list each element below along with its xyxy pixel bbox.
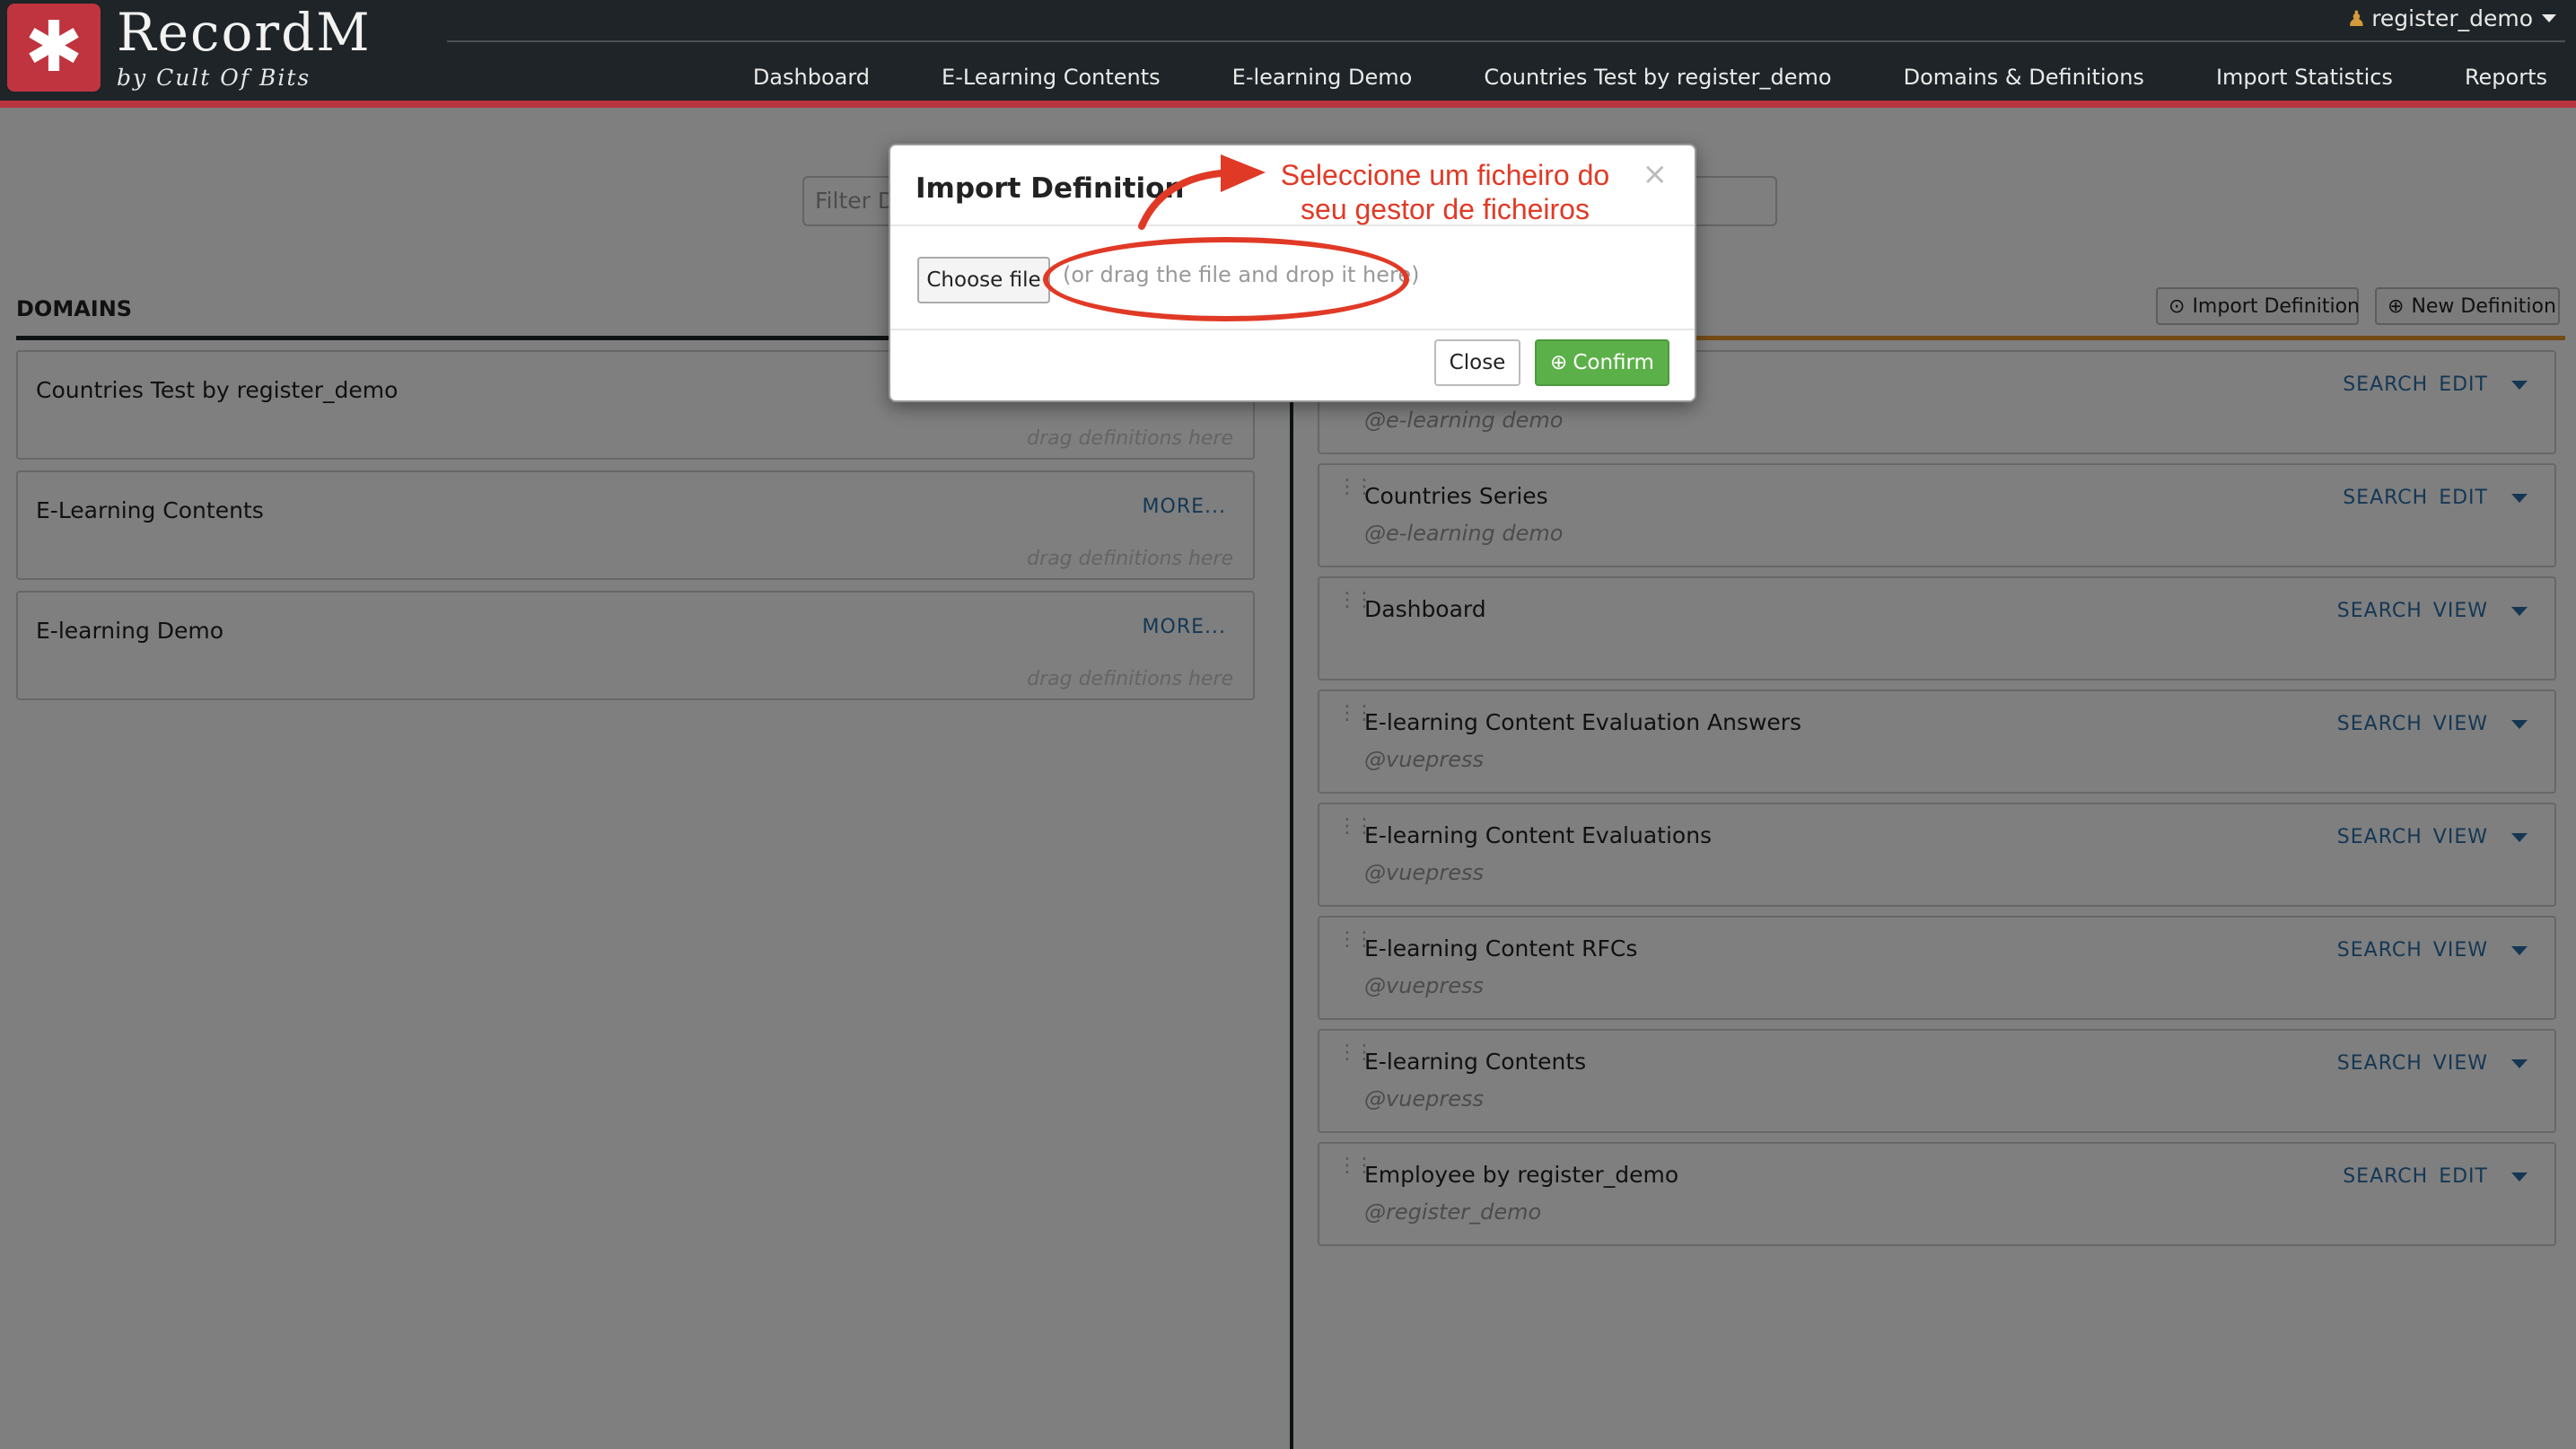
person-icon: ♟	[2346, 5, 2367, 31]
annotation-line-1: Seleccione um ficheiro do	[1280, 159, 1610, 191]
annotation-arrow-icon	[1138, 154, 1266, 230]
nav-item-e-learning-demo[interactable]: E-learning Demo	[1196, 65, 1449, 90]
top-navbar: ✱ RecordM by Cult Of Bits ♟ register_dem…	[0, 0, 2576, 108]
close-icon[interactable]: ×	[1643, 156, 1669, 192]
user-menu[interactable]: ♟ register_demo	[2347, 5, 2556, 31]
user-menu-label: register_demo	[2371, 5, 2533, 31]
brand-subtitle: by Cult Of Bits	[117, 65, 311, 91]
choose-file-button[interactable]: Choose file	[917, 257, 1050, 303]
nav-item-reports[interactable]: Reports	[2429, 65, 2558, 90]
close-button[interactable]: Close	[1434, 339, 1520, 386]
chevron-down-icon	[2542, 14, 2556, 22]
modal-footer-divider	[890, 329, 1695, 330]
nav-item-domains-definitions[interactable]: Domains & Definitions	[1868, 65, 2180, 90]
annotation-ellipse	[1043, 237, 1409, 321]
logo-icon[interactable]: ✱	[7, 4, 101, 92]
nav-item-import-statistics[interactable]: Import Statistics	[2180, 65, 2429, 90]
confirm-label: Confirm	[1573, 351, 1654, 374]
annotation-line-2: seu gestor de ficheiros	[1301, 193, 1590, 225]
nav-item-countries-test[interactable]: Countries Test by register_demo	[1448, 65, 1867, 90]
annotation-callout: Seleccione um ficheiro do seu gestor de …	[1266, 158, 1625, 226]
brand-name[interactable]: RecordM	[117, 2, 372, 63]
main-nav: Dashboard E-Learning Contents E-learning…	[717, 65, 2558, 90]
navbar-divider	[447, 40, 2565, 42]
plus-circle-icon: ⊕	[1550, 351, 1568, 374]
nav-item-dashboard[interactable]: Dashboard	[717, 65, 906, 90]
confirm-button[interactable]: ⊕ Confirm	[1535, 339, 1669, 386]
nav-item-e-learning-contents[interactable]: E-Learning Contents	[906, 65, 1196, 90]
